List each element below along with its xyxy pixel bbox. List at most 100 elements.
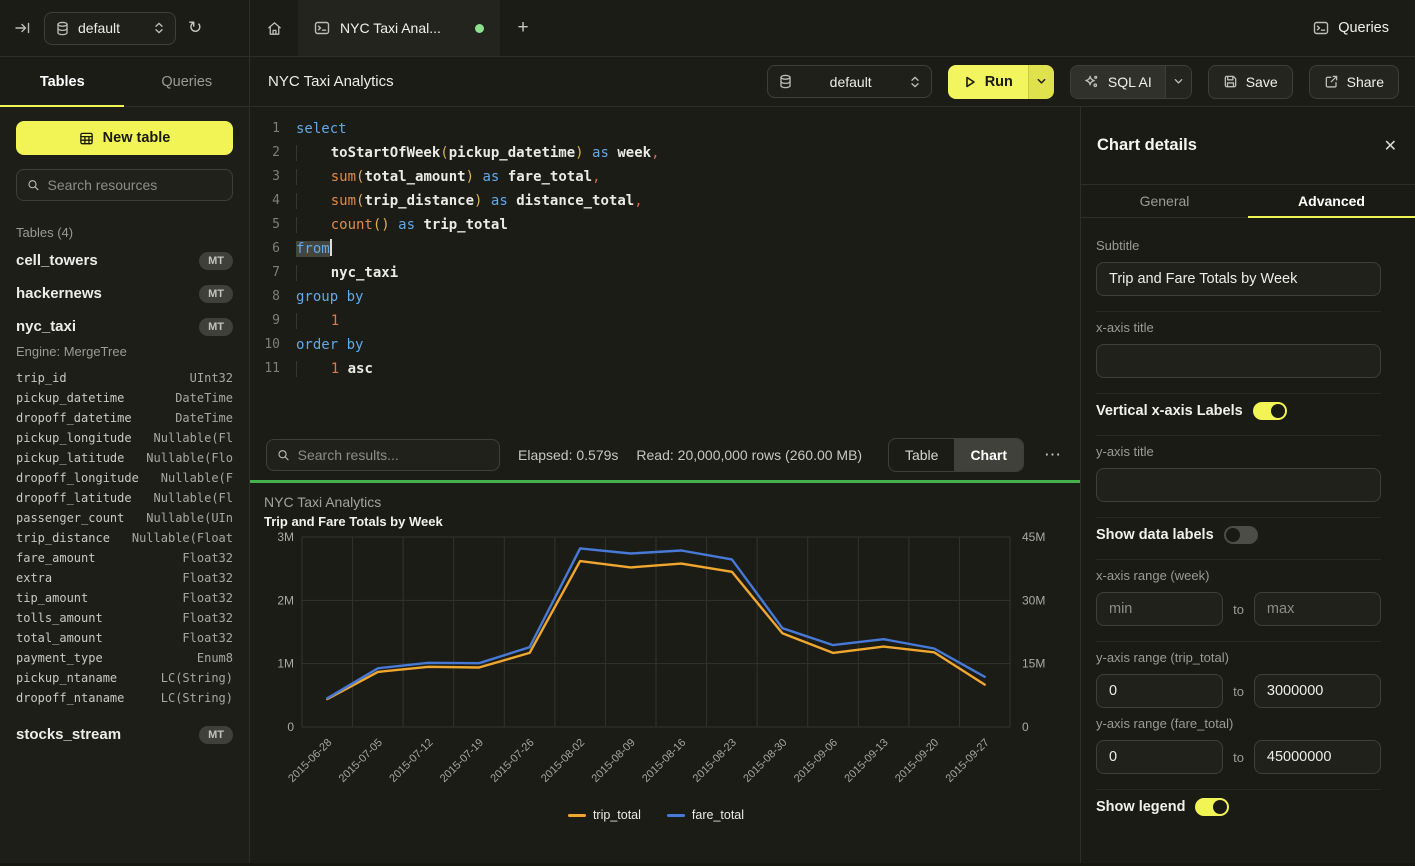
column-row[interactable]: dropoff_latitudeNullable(Fl	[16, 488, 233, 508]
close-panel-button[interactable]: ✕	[1384, 136, 1397, 156]
sql-editor[interactable]: 1select2 toStartOfWeek(pickup_datetime) …	[250, 107, 1080, 430]
column-row[interactable]: pickup_longitudeNullable(Fl	[16, 428, 233, 448]
resource-search[interactable]	[16, 169, 233, 201]
save-button[interactable]: Save	[1208, 65, 1293, 99]
legend-item-fare_total[interactable]: fare_total	[667, 808, 744, 822]
xaxis-range-min-input[interactable]	[1096, 592, 1223, 626]
editor-line[interactable]: 11 1 asc	[250, 357, 1080, 381]
table-row[interactable]: stocks_streamMT	[16, 718, 233, 751]
column-row[interactable]: trip_distanceNullable(Float	[16, 528, 233, 548]
line-number: 11	[250, 357, 280, 381]
right-axis-tick: 45M	[1022, 530, 1045, 544]
xaxis-title-input[interactable]	[1096, 344, 1381, 378]
editor-line[interactable]: 7 nyc_taxi	[250, 261, 1080, 285]
editor-line[interactable]: 1select	[250, 117, 1080, 141]
chart-details-title: Chart details	[1097, 136, 1197, 155]
subtitle-input[interactable]	[1096, 262, 1381, 296]
legend-item-trip_total[interactable]: trip_total	[568, 808, 641, 822]
refresh-button[interactable]: ↻	[188, 18, 202, 38]
top-bar-right: Queries	[1313, 0, 1415, 56]
editor-line[interactable]: 8group by	[250, 285, 1080, 309]
editor-line[interactable]: 4 sum(trip_distance) as distance_total,	[250, 189, 1080, 213]
editor-line[interactable]: 2 toStartOfWeek(pickup_datetime) as week…	[250, 141, 1080, 165]
right-axis-tick: 0	[1022, 720, 1029, 734]
show-legend-toggle[interactable]	[1195, 798, 1229, 816]
yaxis-range-trip-max-input[interactable]	[1254, 674, 1381, 708]
table-row[interactable]: hackernewsMT	[16, 277, 233, 310]
yaxis-title-input[interactable]	[1096, 468, 1381, 502]
yaxis-range-trip-min-input[interactable]	[1096, 674, 1223, 708]
save-button-label: Save	[1246, 74, 1278, 90]
show-data-labels-toggle[interactable]	[1224, 526, 1258, 544]
sidebar-tab-tables[interactable]: Tables	[0, 57, 125, 106]
queries-icon	[1313, 20, 1329, 36]
results-search[interactable]	[266, 439, 500, 471]
xaxis-range-max-input[interactable]	[1254, 592, 1381, 626]
column-row[interactable]: extraFloat32	[16, 568, 233, 588]
results-search-input[interactable]	[298, 447, 489, 463]
editor-line[interactable]: 9 1	[250, 309, 1080, 333]
results-more-button[interactable]: ⋯	[1042, 445, 1064, 465]
editor-line[interactable]: 10order by	[250, 333, 1080, 357]
column-row[interactable]: fare_amountFloat32	[16, 548, 233, 568]
resource-search-input[interactable]	[48, 177, 222, 193]
column-row[interactable]: pickup_datetimeDateTime	[16, 388, 233, 408]
save-icon	[1223, 74, 1238, 89]
sql-ai-button[interactable]: SQL AI	[1071, 66, 1165, 98]
share-button[interactable]: Share	[1309, 65, 1399, 99]
run-button[interactable]: Run	[948, 65, 1028, 99]
x-axis-label: 2015-08-09	[590, 737, 638, 785]
terminal-icon	[314, 20, 330, 36]
new-table-button[interactable]: New table	[16, 121, 233, 155]
line-code: order by	[296, 333, 363, 357]
table-name: cell_towers	[16, 252, 98, 269]
column-name: pickup_datetime	[16, 391, 124, 405]
queries-button[interactable]: Queries	[1313, 20, 1389, 36]
editor-line[interactable]: 5 count() as trip_total	[250, 213, 1080, 237]
column-row[interactable]: dropoff_longitudeNullable(F	[16, 468, 233, 488]
column-row[interactable]: payment_typeEnum8	[16, 648, 233, 668]
database-selector[interactable]: default	[44, 12, 176, 45]
database-icon	[778, 74, 793, 89]
tab-advanced[interactable]: Advanced	[1248, 185, 1415, 217]
yaxis-range-fare-min-input[interactable]	[1096, 740, 1223, 774]
view-table-button[interactable]: Table	[889, 439, 954, 471]
run-options-button[interactable]	[1028, 65, 1054, 99]
column-row[interactable]: trip_idUInt32	[16, 368, 233, 388]
tab-general[interactable]: General	[1081, 185, 1248, 217]
view-chart-button[interactable]: Chart	[954, 439, 1023, 471]
new-tab-button[interactable]: +	[500, 0, 546, 56]
column-name: extra	[16, 571, 52, 585]
column-row[interactable]: dropoff_ntanameLC(String)	[16, 688, 233, 708]
engine-badge: MT	[199, 252, 233, 270]
column-row[interactable]: passenger_countNullable(UIn	[16, 508, 233, 528]
show-legend-label: Show legend	[1096, 799, 1185, 815]
query-tab[interactable]: NYC Taxi Anal...	[298, 0, 500, 56]
toolbar-database-selector[interactable]: default	[767, 65, 932, 98]
table-name: hackernews	[16, 285, 102, 302]
column-row[interactable]: pickup_ntanameLC(String)	[16, 668, 233, 688]
column-row[interactable]: pickup_latitudeNullable(Flo	[16, 448, 233, 468]
editor-line[interactable]: 3 sum(total_amount) as fare_total,	[250, 165, 1080, 189]
column-row[interactable]: tip_amountFloat32	[16, 588, 233, 608]
home-button[interactable]	[250, 0, 298, 56]
sidebar-tab-queries[interactable]: Queries	[125, 57, 250, 106]
home-icon	[266, 20, 283, 37]
sql-ai-options-button[interactable]	[1165, 66, 1191, 98]
vertical-xaxis-labels-toggle[interactable]	[1253, 402, 1287, 420]
collapse-sidebar-button[interactable]	[14, 19, 32, 37]
engine-badge: MT	[199, 318, 233, 336]
tables-list: cell_towersMThackernewsMTnyc_taxiMTEngin…	[16, 244, 233, 751]
share-icon	[1324, 74, 1339, 89]
column-row[interactable]: tolls_amountFloat32	[16, 608, 233, 628]
editor-line[interactable]: 6from	[250, 237, 1080, 261]
column-row[interactable]: total_amountFloat32	[16, 628, 233, 648]
show-data-labels-row: Show data labels	[1096, 526, 1381, 544]
line-code: sum(total_amount) as fare_total,	[296, 165, 601, 189]
column-name: dropoff_latitude	[16, 491, 132, 505]
column-row[interactable]: dropoff_datetimeDateTime	[16, 408, 233, 428]
select-chevrons-icon	[909, 75, 921, 89]
table-row[interactable]: cell_towers MT	[16, 244, 233, 277]
table-row[interactable]: nyc_taxiMT	[16, 310, 233, 343]
yaxis-range-fare-max-input[interactable]	[1254, 740, 1381, 774]
